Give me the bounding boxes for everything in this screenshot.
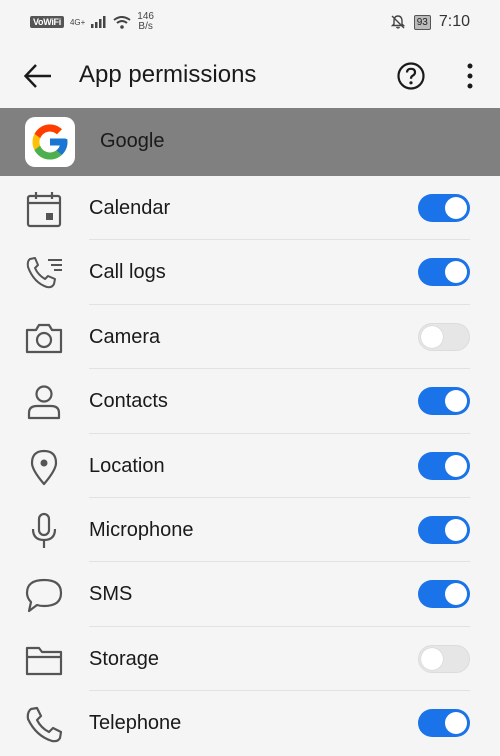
- permission-row-location[interactable]: Location: [0, 434, 500, 498]
- permission-label: Call logs: [89, 261, 166, 284]
- toggle-knob: [445, 261, 467, 284]
- phone-icon: [26, 707, 63, 743]
- calendar-icon: [26, 192, 62, 228]
- permission-row-calendar[interactable]: Calendar: [0, 176, 500, 241]
- permission-label: Telephone: [89, 712, 182, 735]
- toggle-knob: [445, 454, 467, 477]
- permission-row-call-logs[interactable]: Call logs: [0, 240, 500, 305]
- permission-row-contacts[interactable]: Contacts: [0, 369, 500, 434]
- permission-row-sms[interactable]: SMS: [0, 562, 500, 627]
- toggle-knob: [421, 647, 443, 670]
- status-bar: VoWiFi 4G+ 146 B/s 93 7:10: [0, 0, 500, 44]
- clock: 7:10: [438, 13, 470, 30]
- permission-label: Location: [89, 454, 165, 477]
- permission-row-microphone[interactable]: Microphone: [0, 498, 500, 563]
- permission-label: Storage: [89, 647, 160, 670]
- app-name: Google: [100, 130, 165, 152]
- contacts-toggle[interactable]: [418, 387, 470, 416]
- google-logo: [25, 117, 75, 167]
- toggle-knob: [445, 197, 467, 219]
- network-speed: 146 B/s: [137, 12, 154, 32]
- location-toggle[interactable]: [418, 451, 470, 480]
- arrow-back-icon[interactable]: [22, 60, 54, 92]
- page-title: App permissions: [79, 61, 257, 88]
- speed-unit: B/s: [138, 21, 153, 32]
- call-log-icon: [26, 257, 62, 289]
- wifi-icon: [113, 15, 131, 29]
- network-type: 4G+: [69, 17, 86, 27]
- storage-toggle[interactable]: [418, 644, 470, 673]
- permission-label: Contacts: [89, 390, 168, 413]
- microphone-icon: [31, 512, 57, 548]
- permission-row-storage[interactable]: Storage: [0, 627, 500, 692]
- permission-label: Calendar: [89, 197, 171, 219]
- microphone-toggle[interactable]: [418, 515, 470, 544]
- vowifi-badge: VoWiFi: [30, 16, 64, 28]
- calendar-toggle[interactable]: [418, 194, 470, 222]
- telephone-toggle[interactable]: [418, 709, 470, 738]
- battery-indicator: 93: [413, 14, 431, 30]
- signal-icon: [91, 16, 106, 28]
- sms-toggle[interactable]: [418, 580, 470, 609]
- google-g-icon: [32, 124, 68, 160]
- app-header: Google: [0, 108, 500, 176]
- notifications-off-icon: [390, 15, 405, 29]
- chat-bubble-icon: [25, 579, 63, 613]
- more-vert-icon[interactable]: [460, 61, 480, 91]
- permission-row-telephone[interactable]: Telephone: [0, 691, 500, 755]
- person-icon: [27, 385, 61, 420]
- help-circle-icon[interactable]: [396, 61, 426, 91]
- camera-icon: [25, 323, 63, 353]
- location-pin-icon: [30, 449, 58, 485]
- camera-toggle[interactable]: [418, 322, 470, 351]
- permission-label: Camera: [89, 325, 161, 348]
- toggle-knob: [445, 583, 467, 606]
- call-logs-toggle[interactable]: [418, 258, 470, 287]
- app-bar: App permissions: [0, 44, 500, 108]
- permission-row-camera[interactable]: Camera: [0, 305, 500, 370]
- status-left: VoWiFi 4G+ 146 B/s: [30, 12, 154, 32]
- permission-label: SMS: [89, 583, 133, 606]
- toggle-knob: [421, 325, 443, 348]
- toggle-knob: [445, 518, 467, 541]
- permission-label: Microphone: [89, 518, 194, 541]
- folder-icon: [25, 646, 63, 675]
- permission-list: Calendar Call logs Camera Contacts Locat…: [0, 176, 500, 756]
- status-right: 93 7:10: [390, 13, 470, 31]
- toggle-knob: [445, 712, 467, 735]
- toggle-knob: [445, 390, 467, 413]
